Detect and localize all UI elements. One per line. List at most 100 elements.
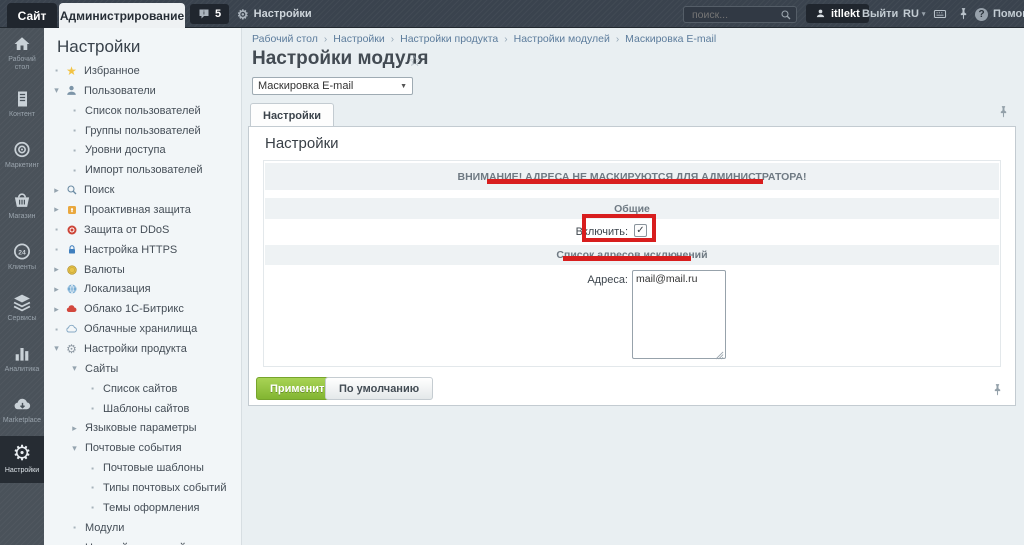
rail-item-services[interactable]: Сервисы: [0, 283, 44, 334]
collapse-marker[interactable]: ▸: [50, 304, 63, 315]
tab-site[interactable]: Сайт: [7, 3, 57, 28]
enable-checkbox[interactable]: ✓: [634, 224, 647, 237]
sidebar-item-user-list[interactable]: ▪ Список пользователей: [44, 101, 242, 121]
settings-sidebar: Настройки ▪ ★ Избранное ▾ Пользователи ▪…: [44, 28, 242, 545]
breadcrumb-link[interactable]: Настройки модулей: [514, 33, 610, 45]
top-bar: Сайт Администрирование 5 ⚙ Настройки itl…: [0, 0, 1024, 28]
collapse-marker[interactable]: ▾: [68, 443, 81, 454]
breadcrumb-separator: ›: [616, 34, 619, 45]
sidebar-item-module-settings[interactable]: ▪ Настройки модулей: [44, 538, 242, 545]
sidebar-item-currencies[interactable]: ▸ Валюты: [44, 260, 242, 280]
collapse-marker[interactable]: ▸: [50, 284, 63, 295]
page-title: Настройки модуля: [252, 48, 428, 70]
hotkeys-icon[interactable]: [933, 7, 947, 21]
bullet-marker: ▪: [86, 503, 99, 512]
default-button[interactable]: По умолчанию: [325, 377, 433, 400]
topbar-settings-label: Настройки: [254, 8, 312, 20]
rail-item-content[interactable]: Контент: [0, 79, 44, 130]
collapse-marker[interactable]: ▾: [50, 85, 63, 96]
sidebar-item-access-levels[interactable]: ▪ Уровни доступа: [44, 140, 242, 160]
rail-item-desktop[interactable]: Рабочий стол: [0, 28, 44, 79]
module-select[interactable]: Маскировка E-mail ▼: [252, 77, 413, 95]
collapse-marker[interactable]: ▸: [50, 185, 63, 196]
sidebar-item-language-params[interactable]: ▸ Языковые параметры: [44, 418, 242, 438]
search-icon: [63, 184, 80, 196]
bullet-marker: ▪: [68, 523, 81, 532]
home-icon: [12, 35, 32, 53]
sidebar-item-user-groups[interactable]: ▪ Группы пользователей: [44, 121, 242, 141]
target-icon: [12, 140, 32, 159]
sidebar-item-mail-event-types[interactable]: ▪ Типы почтовых событий: [44, 478, 242, 498]
help-button[interactable]: ? Помощь: [975, 0, 1024, 28]
collapse-marker[interactable]: ▾: [50, 343, 63, 354]
tab-administration[interactable]: Администрирование: [59, 3, 185, 28]
topbar-settings-button[interactable]: ⚙ Настройки: [237, 0, 312, 28]
user-icon: [63, 84, 80, 97]
sidebar-item-https-settings[interactable]: ▪ Настройка HTTPS: [44, 240, 242, 260]
search-input[interactable]: [690, 8, 780, 22]
sidebar-item-favorites[interactable]: ▪ ★ Избранное: [44, 61, 242, 81]
sidebar-item-users[interactable]: ▾ Пользователи: [44, 81, 242, 101]
logout-link[interactable]: Выйти: [862, 0, 898, 28]
collapse-marker[interactable]: ▸: [50, 204, 63, 215]
sidebar-item-bitrix-cloud[interactable]: ▸ Облако 1С-Битрикс: [44, 299, 242, 319]
sidebar-item-cloud-storage[interactable]: ▪ Облачные хранилища: [44, 319, 242, 339]
sidebar-item-modules[interactable]: ▪ Модули: [44, 518, 242, 538]
breadcrumb-link[interactable]: Настройки продукта: [400, 33, 498, 45]
pin-icon[interactable]: [957, 7, 970, 20]
bullet-marker: ▪: [86, 464, 99, 473]
collapse-marker[interactable]: ▸: [68, 423, 81, 434]
coin-icon: [63, 264, 80, 276]
user-icon: [815, 8, 826, 19]
addresses-label: Адреса:: [265, 274, 628, 286]
sidebar-item-sites[interactable]: ▾ Сайты: [44, 359, 242, 379]
bullet-marker: ▪: [50, 245, 63, 254]
sidebar-item-user-import[interactable]: ▪ Импорт пользователей: [44, 160, 242, 180]
sidebar-item-proactive-protection[interactable]: ▸ Проактивная защита: [44, 200, 242, 220]
breadcrumb-separator: ›: [391, 34, 394, 45]
pin-icon[interactable]: [991, 383, 1004, 396]
panel-heading: Настройки: [265, 135, 339, 152]
bullet-marker: ▪: [50, 225, 63, 234]
info-bubble-icon: [198, 8, 210, 20]
rail-item-marketing[interactable]: Маркетинг: [0, 130, 44, 181]
rail-item-clients[interactable]: Клиенты: [0, 232, 44, 283]
pin-icon[interactable]: [997, 105, 1010, 118]
sidebar-item-site-list[interactable]: ▪ Список сайтов: [44, 379, 242, 399]
favorite-star-icon[interactable]: ☆: [408, 52, 421, 70]
section-header-general: Общие: [265, 198, 999, 219]
sidebar-item-design-themes[interactable]: ▪ Темы оформления: [44, 498, 242, 518]
tab-settings[interactable]: Настройки: [250, 103, 334, 127]
bullet-marker: ▪: [50, 325, 63, 334]
sidebar-item-mail-events[interactable]: ▾ Почтовые события: [44, 438, 242, 458]
language-selector[interactable]: RU ▾: [903, 0, 925, 28]
breadcrumb-separator: ›: [324, 34, 327, 45]
user-menu-button[interactable]: itllekt: [806, 4, 869, 23]
rail-item-analytics[interactable]: Аналитика: [0, 334, 44, 385]
breadcrumb-link[interactable]: Рабочий стол: [252, 33, 318, 45]
sidebar-item-mail-templates[interactable]: ▪ Почтовые шаблоны: [44, 458, 242, 478]
bar-chart-icon: [12, 344, 32, 363]
search-icon[interactable]: [780, 9, 792, 21]
sidebar-item-product-settings[interactable]: ▾ ⚙ Настройки продукта: [44, 339, 242, 359]
collapse-marker[interactable]: ▾: [68, 363, 81, 374]
bullet-marker: ▪: [68, 106, 81, 115]
cart-icon: [12, 191, 32, 210]
lock-icon: [63, 244, 80, 256]
breadcrumb-link[interactable]: Настройки: [333, 33, 385, 45]
collapse-marker[interactable]: ▸: [50, 264, 63, 275]
rail-item-settings[interactable]: ⚙ Настройки: [0, 436, 44, 483]
settings-panel: Настройки ВНИМАНИЕ! АДРЕСА НЕ МАСКИРУЮТС…: [248, 126, 1016, 406]
sidebar-item-localization[interactable]: ▸ Локализация: [44, 279, 242, 299]
sidebar-item-search[interactable]: ▸ Поиск: [44, 180, 242, 200]
rail-item-shop[interactable]: Магазин: [0, 181, 44, 232]
notifications-counter[interactable]: 5: [190, 4, 229, 24]
gear-icon: ⚙: [237, 8, 249, 21]
sidebar-item-ddos-protection[interactable]: ▪ Защита от DDoS: [44, 220, 242, 240]
sidebar-item-site-templates[interactable]: ▪ Шаблоны сайтов: [44, 399, 242, 419]
enable-row: Включить: ✓: [265, 219, 999, 245]
cloud-outline-icon: [63, 323, 80, 335]
addresses-textarea[interactable]: mail@mail.ru: [632, 270, 726, 359]
admin-page: Сайт Администрирование 5 ⚙ Настройки itl…: [0, 0, 1024, 545]
rail-item-marketplace[interactable]: Marketplace: [0, 385, 44, 436]
